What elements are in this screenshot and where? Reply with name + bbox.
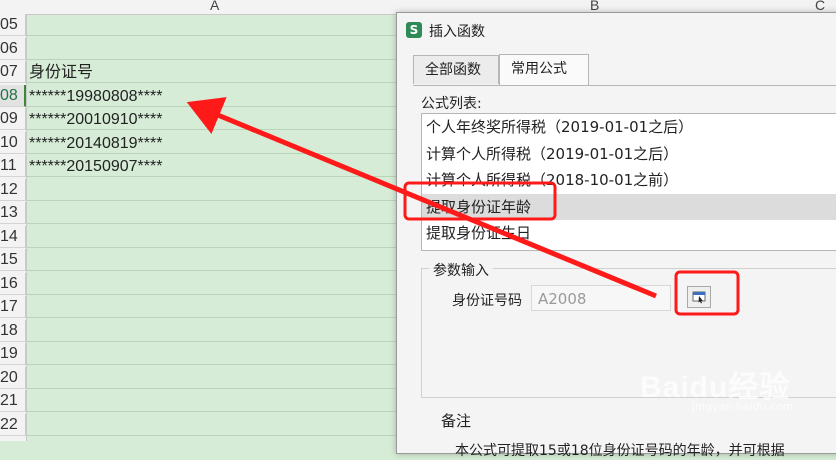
remarks-text: 本公式可提取15或18位身份证号码的年龄，并可根据: [455, 443, 785, 459]
annotation-overlay: [186, 97, 740, 316]
annotation-arrow: [186, 97, 657, 299]
annotation-box-ref-button: [674, 270, 740, 316]
